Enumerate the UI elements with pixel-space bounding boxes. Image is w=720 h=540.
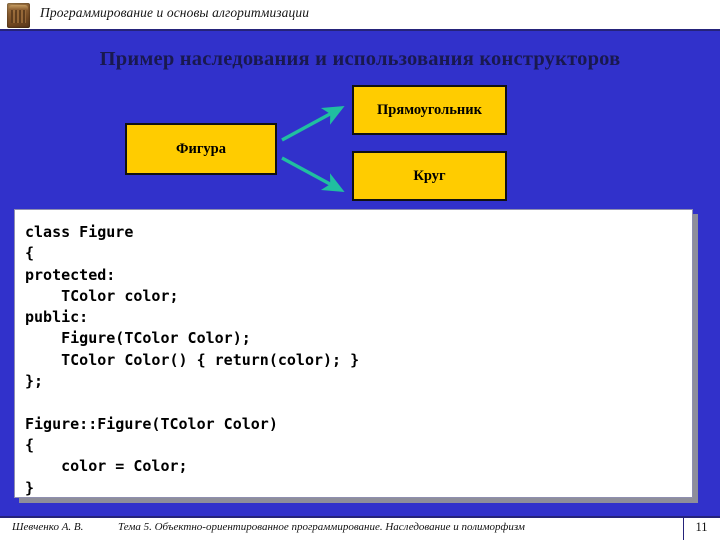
diagram-node-figura[interactable]: Фигура: [125, 123, 277, 175]
diagram-node-circle[interactable]: Круг: [352, 151, 507, 201]
course-title: Программирование и основы алгоритмизации: [40, 5, 310, 20]
slide-canvas: Программирование и основы алгоритмизации…: [0, 0, 720, 540]
code-block: class Figure { protected: TColor color; …: [25, 223, 360, 497]
diagram-node-label: Прямоугольник: [377, 101, 482, 118]
footer-topic: Тема 5. Объектно-ориентированное програм…: [118, 521, 525, 533]
inheritance-diagram: Фигура Прямоугольник Круг: [0, 80, 720, 210]
diagram-node-label: Фигура: [176, 140, 226, 157]
slide-header: Программирование и основы алгоритмизации: [0, 0, 720, 31]
building-icon: [7, 3, 30, 28]
diagram-node-rectangle[interactable]: Прямоугольник: [352, 85, 507, 135]
arrow-figura-to-circle: [281, 156, 345, 192]
footer-author: Шевченко А. В.: [12, 521, 84, 533]
code-panel: class Figure { protected: TColor color; …: [14, 209, 693, 498]
page-title: Пример наследования и использования конс…: [99, 48, 621, 70]
diagram-node-label: Круг: [413, 167, 446, 184]
arrow-figura-to-rectangle: [281, 106, 345, 142]
page-number: 11: [695, 520, 708, 534]
slide-footer: Шевченко А. В. Тема 5. Объектно-ориентир…: [0, 516, 720, 540]
